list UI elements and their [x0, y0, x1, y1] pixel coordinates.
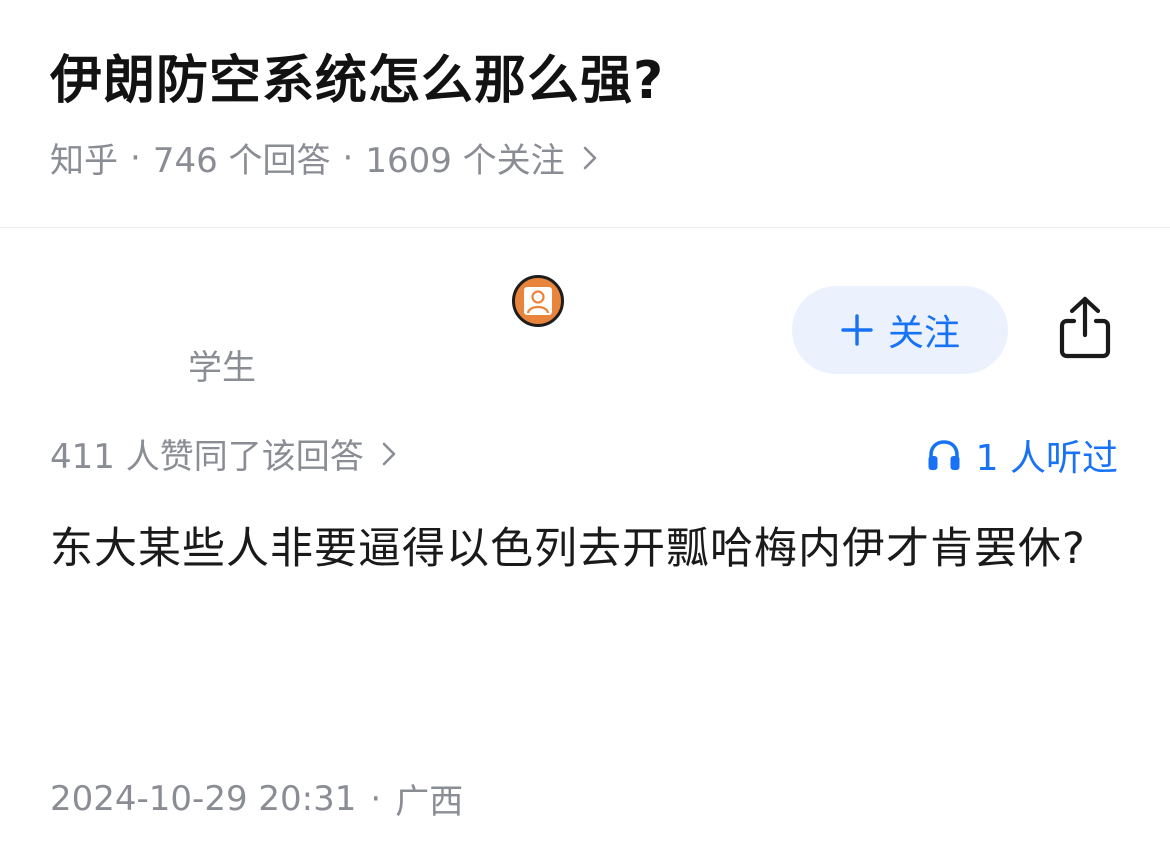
follow-button[interactable]: 关注	[792, 286, 1008, 374]
author-headline: 学生	[188, 348, 256, 388]
followers-count: 1609 个关注	[365, 141, 565, 181]
votes-summary[interactable]: 411 人赞同了该回答	[50, 429, 396, 478]
answer-meta: 2024-10-29 20:31 · 广西	[50, 774, 463, 823]
share-icon	[1059, 296, 1111, 359]
meta-separator: ·	[342, 137, 354, 178]
votes-text: 411 人赞同了该回答	[50, 437, 364, 477]
avatar[interactable]	[512, 275, 564, 327]
headphones-icon	[926, 438, 962, 472]
section-divider	[0, 227, 1170, 228]
answer-content[interactable]: 东大某些人非要逼得以色列去开瓢哈梅内伊才肯罢休?	[50, 516, 1125, 582]
meta-separator: ·	[130, 137, 141, 178]
chevron-right-icon	[382, 442, 396, 466]
answer-location: 广西	[395, 782, 464, 822]
question-meta[interactable]: 知乎 · 746 个回答 · 1609 个关注	[50, 133, 597, 182]
answer-page: 伊朗防空系统怎么那么强? 知乎 · 746 个回答 · 1609 个关注 学生 …	[0, 0, 1170, 863]
chevron-right-icon	[583, 146, 597, 170]
question-source: 知乎	[50, 141, 118, 181]
question-title[interactable]: 伊朗防空系统怎么那么强?	[50, 38, 664, 113]
answer-date: 2024-10-29 20:31	[50, 778, 357, 819]
listen-count[interactable]: 1 人听过	[926, 429, 1118, 481]
share-button[interactable]	[1052, 293, 1118, 363]
listen-text: 1 人听过	[975, 438, 1118, 479]
user-icon	[524, 287, 552, 315]
plus-icon	[840, 313, 874, 347]
follow-label: 关注	[887, 313, 960, 354]
meta-separator: ·	[370, 778, 382, 819]
answers-count: 746 个回答	[152, 141, 331, 181]
